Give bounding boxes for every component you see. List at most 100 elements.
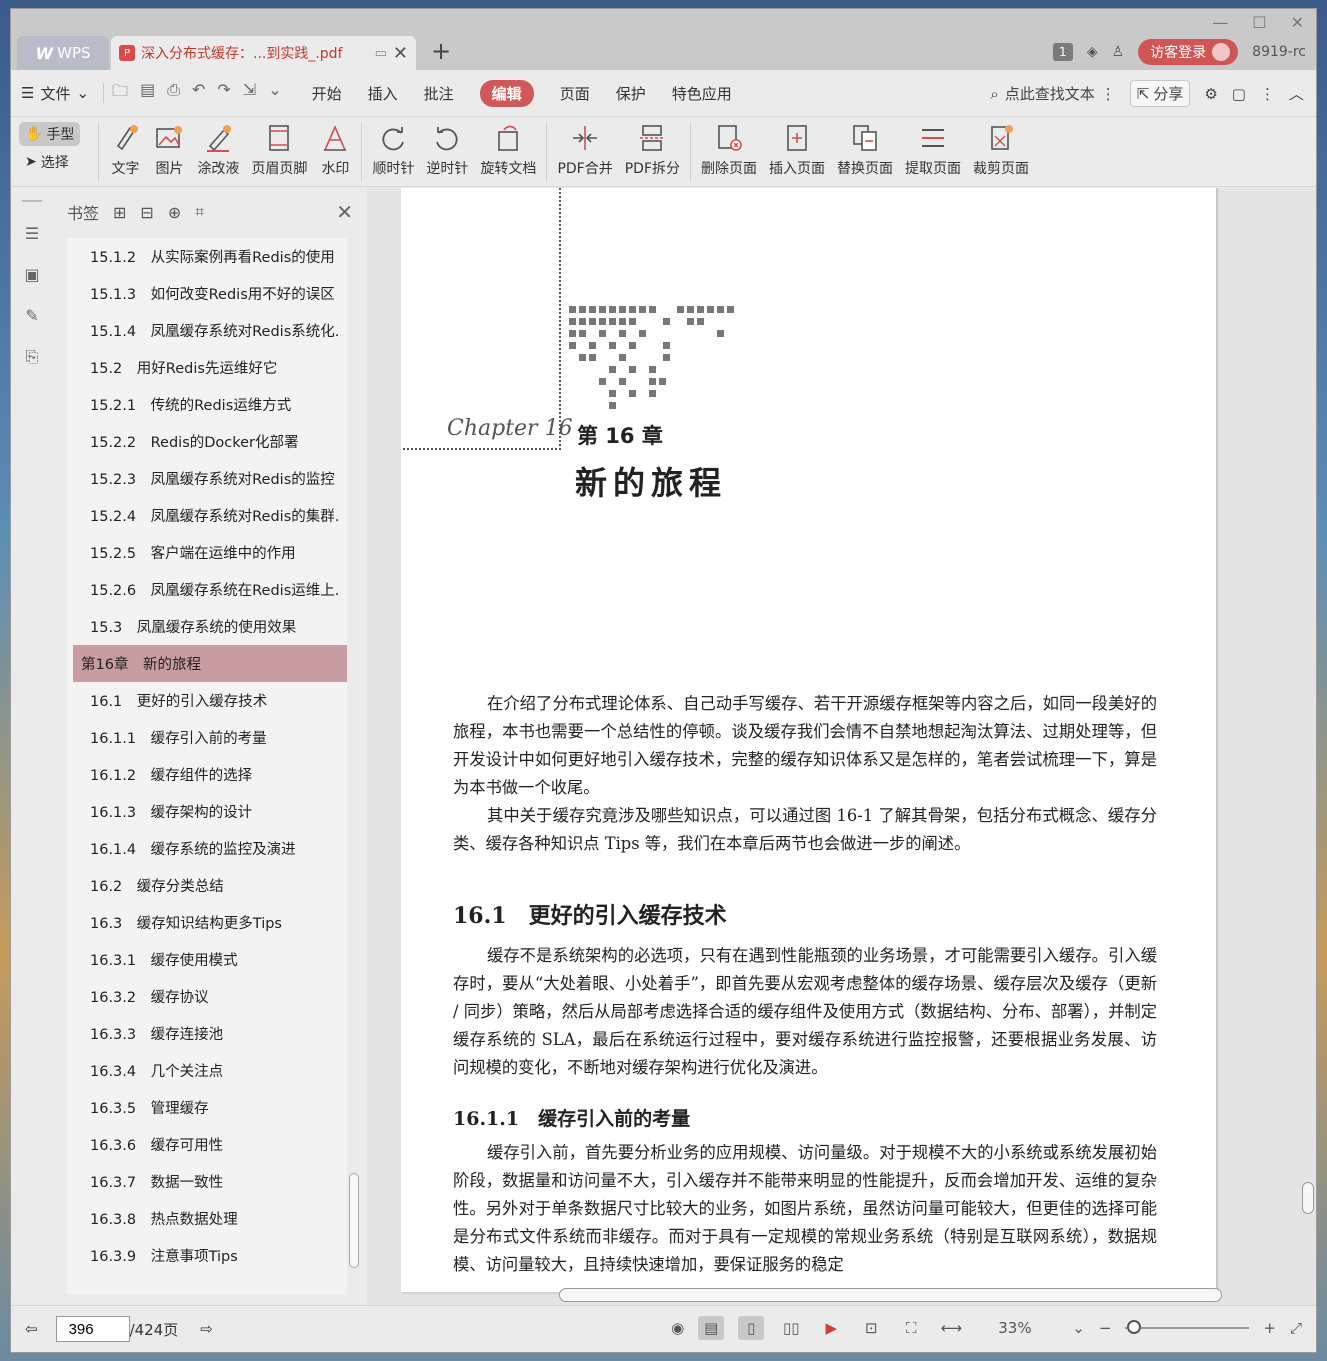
save-icon[interactable]: ▤ xyxy=(140,80,155,107)
horizontal-scroll-thumb[interactable] xyxy=(559,1288,1222,1302)
bookmark-item[interactable]: 16.3.6 缓存可用性 xyxy=(67,1126,341,1163)
replace-page-button[interactable]: 替换页面 xyxy=(837,122,893,178)
pdf-split-button[interactable]: PDF拆分 xyxy=(625,122,680,178)
open-folder-icon[interactable]: 🗀 xyxy=(112,80,128,107)
close-tab-icon[interactable]: ✕ xyxy=(393,43,408,64)
bookmark-item[interactable]: 16.2 缓存分类总结 xyxy=(67,867,341,904)
fit-page-icon[interactable]: ⛶ xyxy=(898,1316,924,1340)
fullscreen-icon[interactable]: ⤢ xyxy=(1290,1319,1302,1337)
bookmark-item[interactable]: 16.3.8 热点数据处理 xyxy=(67,1200,341,1237)
header-footer-button[interactable]: 页眉页脚 xyxy=(251,122,307,178)
extract-page-button[interactable]: 提取页面 xyxy=(905,122,961,178)
crop-page-button[interactable]: 裁剪页面 xyxy=(973,122,1029,178)
undo-icon[interactable]: ↶ xyxy=(192,80,205,107)
bookmark-list-icon[interactable]: ☰ xyxy=(25,224,39,243)
rotate-counterclockwise-button[interactable]: 逆时针 xyxy=(426,122,468,178)
bookmark-item[interactable]: 16.3.7 数据一致性 xyxy=(67,1163,341,1200)
vertical-scrollbar[interactable] xyxy=(1298,188,1316,1285)
page-number-input[interactable] xyxy=(55,1316,130,1342)
bookmark-item[interactable]: 16.1.2 缓存组件的选择 xyxy=(67,756,341,793)
next-page-icon[interactable]: ⇨ xyxy=(200,1320,213,1338)
skin-icon[interactable]: ◈ xyxy=(1087,44,1098,60)
annotation-icon[interactable]: ✎ xyxy=(25,306,38,325)
bookmark-item[interactable]: 15.2.2 Redis的Docker化部署 xyxy=(67,423,341,460)
hand-tool-button[interactable]: ✋ 手型 xyxy=(19,122,81,146)
collapse-all-icon[interactable]: ⊟ xyxy=(140,203,153,222)
monitor-icon[interactable]: ▭ xyxy=(375,46,387,61)
rotate-clockwise-button[interactable]: 顺时针 xyxy=(372,122,414,178)
tab-insert[interactable]: 插入 xyxy=(368,83,398,104)
attachment-icon[interactable]: ⎘ xyxy=(26,347,39,367)
redo-icon[interactable]: ↷ xyxy=(217,80,230,107)
tab-protect[interactable]: 保护 xyxy=(616,83,646,104)
actual-size-icon[interactable]: ⊡ xyxy=(858,1316,884,1340)
correction-fluid-button[interactable]: 涂改液 xyxy=(197,122,239,178)
delete-page-button[interactable]: 删除页面 xyxy=(701,122,757,178)
bookmark-item[interactable]: 15.2.5 客户端在运维中的作用 xyxy=(67,534,341,571)
bookmark-item[interactable]: 15.2.6 凤凰缓存系统在Redis运维上... xyxy=(67,571,341,608)
bookmark-item[interactable]: 15.1.3 如何改变Redis用不好的误区 xyxy=(67,275,341,312)
shirt-icon[interactable]: ♙ xyxy=(1112,44,1125,60)
share-button[interactable]: ⇱ 分享 xyxy=(1129,80,1191,107)
bookmark-item-selected[interactable]: 第16章 新的旅程 xyxy=(73,645,347,682)
select-tool-button[interactable]: ➤ 选择 xyxy=(19,152,80,172)
tab-special[interactable]: 特色应用 xyxy=(672,83,732,104)
tab-page[interactable]: 页面 xyxy=(560,83,590,104)
add-bookmark-icon[interactable]: ⊕ xyxy=(168,203,181,222)
file-menu[interactable]: ☰ 文件 ⌄ xyxy=(21,83,89,104)
minimize-icon[interactable]: — xyxy=(1212,13,1228,32)
bookmark-item[interactable]: 16.3.5 管理缓存 xyxy=(67,1089,341,1126)
bookmark-item[interactable]: 16.1.1 缓存引入前的考量 xyxy=(67,719,341,756)
login-button[interactable]: 访客登录 xyxy=(1138,39,1239,65)
bookmark-item[interactable]: 16.3 缓存知识结构更多Tips xyxy=(67,904,341,941)
bookmark-item[interactable]: 16.3.4 几个关注点 xyxy=(67,1052,341,1089)
bookmark-item[interactable]: 16.1.4 缓存系统的监控及演进 xyxy=(67,830,341,867)
bookmark-scroll-thumb[interactable] xyxy=(349,1173,359,1268)
continuous-view-icon[interactable]: ▤ xyxy=(698,1316,725,1340)
bookmark-item[interactable]: 16.3.2 缓存协议 xyxy=(67,978,341,1015)
close-panel-icon[interactable]: ✕ xyxy=(336,200,353,224)
window-count-badge[interactable]: 1 xyxy=(1052,43,1073,61)
zoom-slider-knob[interactable] xyxy=(1127,1320,1142,1334)
bookmark-item[interactable]: 16.1.3 缓存架构的设计 xyxy=(67,793,341,830)
vertical-scroll-thumb[interactable] xyxy=(1302,1182,1314,1214)
zoom-level[interactable]: 33% xyxy=(998,1319,1058,1337)
bookmark-item[interactable]: 15.3 凤凰缓存系统的使用效果 xyxy=(67,608,341,645)
bookmark-item[interactable]: 15.1.4 凤凰缓存系统对Redis系统化... xyxy=(67,312,341,349)
collapse-ribbon-icon[interactable]: ︿ xyxy=(1289,83,1304,104)
image-button[interactable]: 图片 xyxy=(153,122,185,178)
bookmark-item[interactable]: 16.1 更好的引入缓存技术 xyxy=(67,682,341,719)
comment-icon[interactable]: ▢ xyxy=(1232,85,1246,103)
more-icon[interactable]: ⋮ xyxy=(1260,85,1275,103)
pdf-merge-button[interactable]: PDF合并 xyxy=(557,122,613,178)
document-tab[interactable]: P 深入分布式缓存：...到实践_.pdf ▭ ✕ xyxy=(111,36,416,70)
gear-icon[interactable]: ⚙ xyxy=(1204,85,1217,103)
two-page-icon[interactable]: ▯▯ xyxy=(778,1316,804,1340)
tab-start[interactable]: 开始 xyxy=(312,83,342,104)
bookmark-item[interactable]: 15.2.1 传统的Redis运维方式 xyxy=(67,386,341,423)
text-edit-button[interactable]: 文字 xyxy=(109,122,141,178)
tab-annotate[interactable]: 批注 xyxy=(424,83,454,104)
zoom-slider[interactable] xyxy=(1125,1320,1250,1334)
thumbnail-icon[interactable]: ▣ xyxy=(24,265,39,284)
bookmark-item[interactable]: 15.2 用好Redis先运维好它 xyxy=(67,349,341,386)
tab-edit[interactable]: 编辑 xyxy=(479,79,534,107)
bookmark-item[interactable]: 15.1.2 从实际案例再看Redis的使用 xyxy=(67,238,341,275)
export-icon[interactable]: ⇲ xyxy=(243,80,256,107)
eye-protection-icon[interactable]: ◉ xyxy=(671,1319,684,1337)
maximize-icon[interactable]: ☐ xyxy=(1252,13,1266,32)
insert-page-button[interactable]: 插入页面 xyxy=(769,122,825,178)
horizontal-scrollbar[interactable] xyxy=(401,1285,1316,1305)
zoom-in-icon[interactable]: + xyxy=(1263,1319,1276,1337)
zoom-dropdown-icon[interactable]: ⌄ xyxy=(1072,1319,1085,1337)
more-chevron-icon[interactable]: ⌄ xyxy=(268,80,281,107)
watermark-button[interactable]: 水印 xyxy=(319,122,351,178)
bookmark-item[interactable]: 16.3.9 注意事项Tips xyxy=(67,1237,341,1274)
bookmark-item[interactable]: 16.3.1 缓存使用模式 xyxy=(67,941,341,978)
bookmark-item[interactable]: 15.2.3 凤凰缓存系统对Redis的监控 xyxy=(67,460,341,497)
search-text-button[interactable]: ⌕ 点此查找文本 ⋮ xyxy=(990,83,1115,104)
prev-page-icon[interactable]: ⇦ xyxy=(25,1320,38,1338)
fit-width-icon[interactable]: ⟷ xyxy=(938,1316,964,1340)
expand-all-icon[interactable]: ⊞ xyxy=(113,203,126,222)
bookmark-scrollbar[interactable] xyxy=(347,238,361,1295)
